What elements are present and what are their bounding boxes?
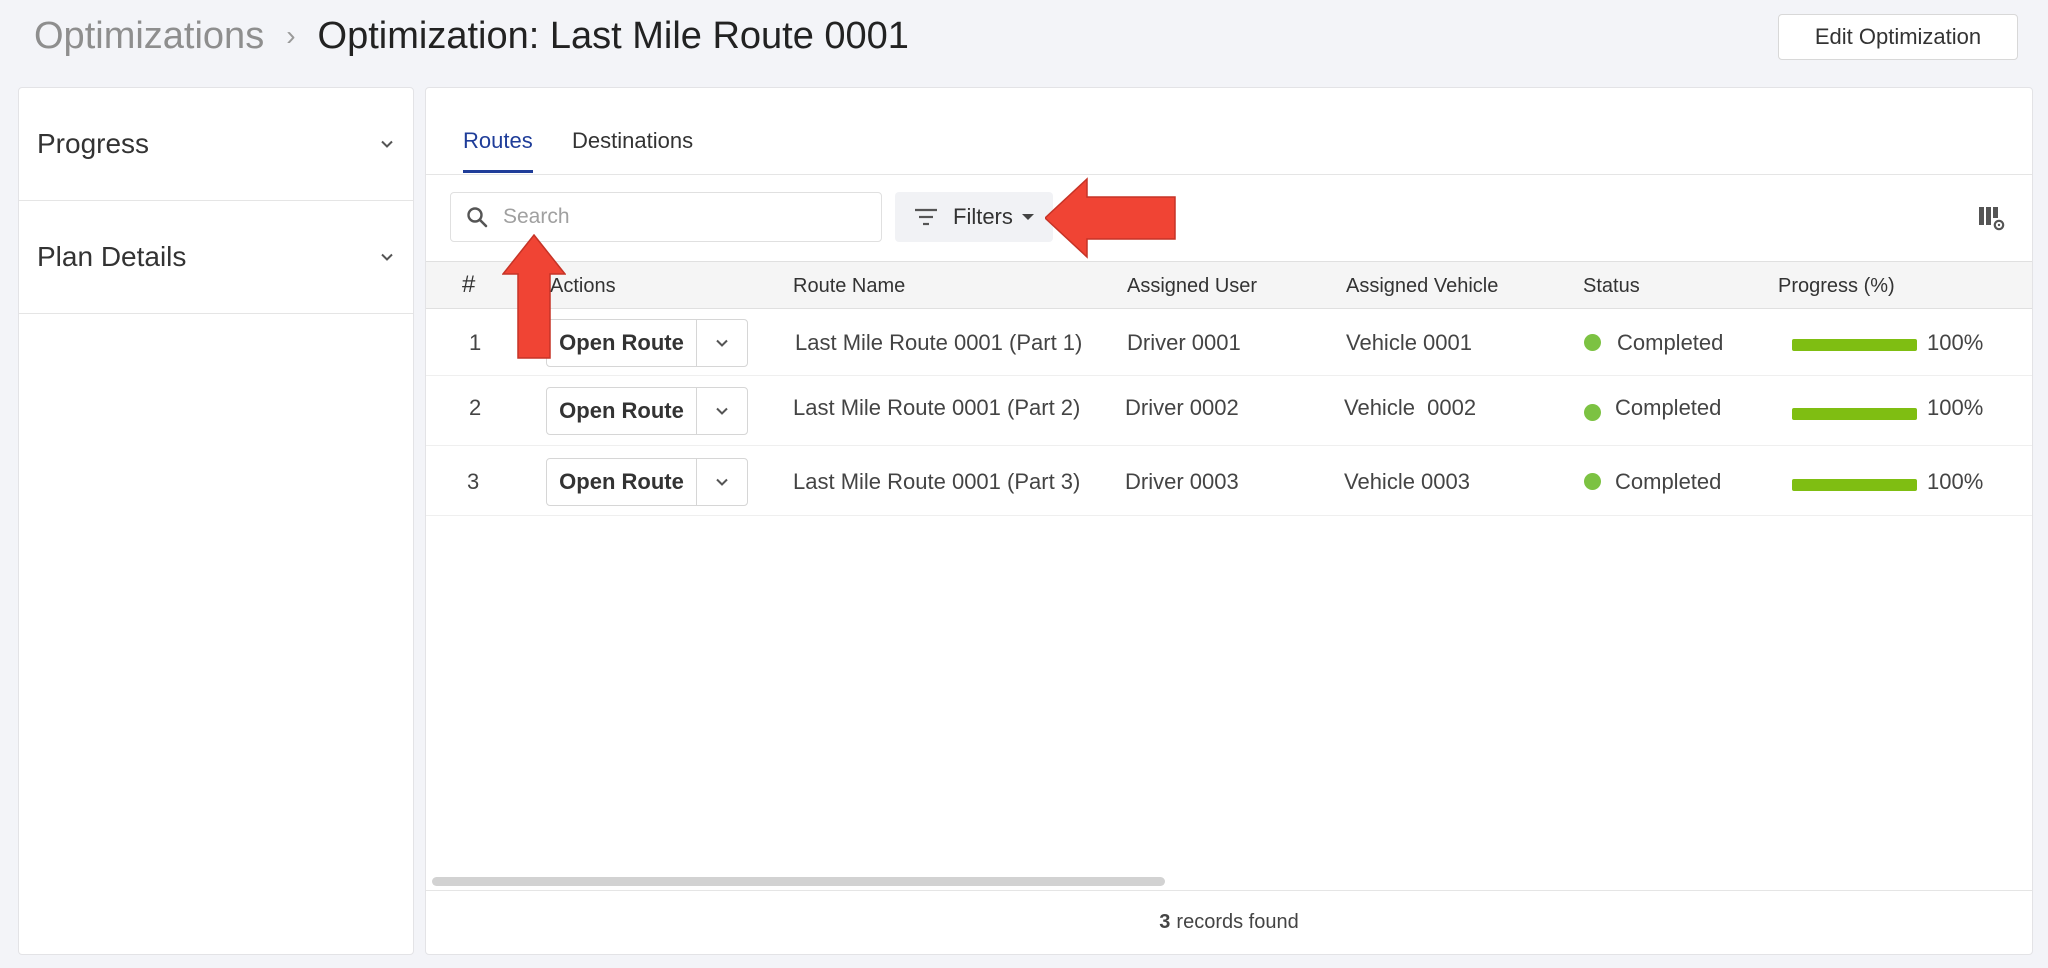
accordion-progress[interactable]: Progress <box>19 88 413 201</box>
column-header-assigned-vehicle[interactable]: Assigned Vehicle <box>1346 275 1498 298</box>
chevron-down-icon <box>716 407 728 415</box>
status-completed-dot <box>1584 334 1601 351</box>
status-text: Completed <box>1615 395 1722 420</box>
assigned-user: Driver 0002 <box>1125 395 1239 420</box>
table-row: 2 Open Route Last Mile Route 0001 (Part … <box>426 376 2032 446</box>
page-header: Optimizations › Optimization: Last Mile … <box>34 8 2018 64</box>
tab-destinations[interactable]: Destinations <box>572 128 693 170</box>
assigned-user: Driver 0001 <box>1127 330 1241 355</box>
records-count: 3 <box>1159 911 1171 933</box>
table-row: 3 Open Route Last Mile Route 0001 (Part … <box>426 446 2032 516</box>
search-icon <box>467 207 488 228</box>
column-settings-icon[interactable] <box>1978 204 2006 232</box>
route-name[interactable]: Last Mile Route 0001 (Part 3) <box>793 469 1080 495</box>
main-panel: Routes Destinations Filters # Actions Ro… <box>425 87 2033 955</box>
accordion-plan-details-label: Plan Details <box>37 241 187 272</box>
tab-routes[interactable]: Routes <box>463 128 533 173</box>
row-actions: Open Route <box>546 319 748 367</box>
chevron-down-icon <box>716 339 728 347</box>
route-actions-dropdown[interactable] <box>697 320 747 366</box>
progress-value: 100% <box>1927 395 1984 420</box>
records-footer: 3 records found <box>426 890 2032 954</box>
chevron-down-icon <box>716 478 728 486</box>
filters-label: Filters <box>953 204 1013 229</box>
open-route-button[interactable]: Open Route <box>547 459 697 505</box>
row-number: 3 <box>467 469 480 494</box>
progress-bar <box>1792 408 1917 420</box>
annotation-arrow-left-icon <box>1045 177 1176 259</box>
open-route-button[interactable]: Open Route <box>547 388 697 434</box>
column-header-assigned-user[interactable]: Assigned User <box>1127 275 1257 298</box>
breadcrumb-optimizations-link[interactable]: Optimizations <box>34 15 264 58</box>
row-number: 2 <box>469 395 482 420</box>
progress-value: 100% <box>1927 330 1984 355</box>
annotation-arrow-up-icon <box>502 234 566 359</box>
route-actions-dropdown[interactable] <box>697 459 747 505</box>
route-name[interactable]: Last Mile Route 0001 (Part 2) <box>793 395 1080 421</box>
column-header-number: # <box>462 271 476 298</box>
progress-bar <box>1792 479 1917 491</box>
assigned-user: Driver 0003 <box>1125 469 1239 494</box>
progress-value: 100% <box>1927 469 1984 494</box>
accordion-progress-label: Progress <box>37 128 150 159</box>
chevron-down-icon <box>381 253 393 261</box>
breadcrumb-separator: › <box>286 20 296 51</box>
status-completed-dot <box>1584 404 1601 421</box>
page-title: Optimization: Last Mile Route 0001 <box>317 14 909 57</box>
left-panel: Progress Plan Details <box>18 87 414 955</box>
route-name[interactable]: Last Mile Route 0001 (Part 1) <box>795 330 1082 356</box>
horizontal-scrollbar[interactable] <box>432 877 1165 886</box>
status-completed-dot <box>1584 473 1601 490</box>
row-actions: Open Route <box>546 458 748 506</box>
caret-down-icon <box>1021 214 1034 220</box>
table-row: 1 Open Route Last Mile Route 0001 (Part … <box>426 310 2032 376</box>
column-header-progress[interactable]: Progress (%) <box>1778 275 1895 298</box>
open-route-button[interactable]: Open Route <box>547 320 697 366</box>
search-input[interactable] <box>503 205 863 229</box>
records-label: records found <box>1176 911 1299 933</box>
assigned-vehicle: Vehicle 0001 <box>1346 330 1472 355</box>
status-text: Completed <box>1617 330 1724 355</box>
row-number: 1 <box>469 330 482 355</box>
route-actions-dropdown[interactable] <box>697 388 747 434</box>
column-header-status[interactable]: Status <box>1583 275 1640 298</box>
table-header: # Actions Route Name Assigned User Assig… <box>426 261 2032 309</box>
progress-bar <box>1792 339 1917 351</box>
assigned-vehicle: Vehicle 0002 <box>1344 395 1477 420</box>
status-text: Completed <box>1615 469 1722 494</box>
row-actions: Open Route <box>546 387 748 435</box>
edit-optimization-button[interactable]: Edit Optimization <box>1778 14 2018 60</box>
column-header-route-name[interactable]: Route Name <box>793 275 905 298</box>
accordion-plan-details[interactable]: Plan Details <box>19 201 413 314</box>
chevron-down-icon <box>381 140 393 148</box>
tab-bar: Routes Destinations <box>426 88 2032 175</box>
assigned-vehicle: Vehicle 0003 <box>1344 469 1470 494</box>
filter-icon <box>915 208 937 226</box>
filters-button[interactable]: Filters <box>895 192 1053 242</box>
